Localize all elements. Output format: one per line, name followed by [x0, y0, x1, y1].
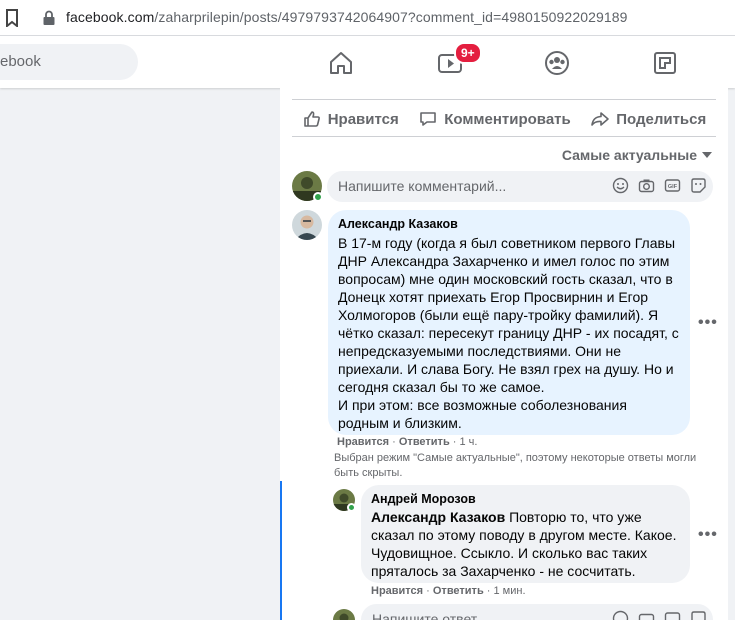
- camera-icon[interactable]: [638, 610, 655, 620]
- reply-meta: Нравится · Ответить · 1 мин.: [371, 585, 526, 597]
- share-arrow-icon: [591, 112, 610, 126]
- gif-icon[interactable]: GIF: [664, 177, 681, 194]
- more-options-icon[interactable]: •••: [698, 526, 718, 544]
- home-icon[interactable]: [327, 49, 355, 77]
- current-user-avatar[interactable]: [333, 609, 355, 620]
- groups-icon[interactable]: [543, 49, 571, 77]
- reply-text: Александр Казаков Повторю то, что уже ск…: [371, 508, 680, 580]
- gif-icon[interactable]: [664, 610, 681, 620]
- comment-text: В 17-м году (когда я был советником перв…: [338, 235, 679, 431]
- svg-text:GIF: GIF: [668, 184, 678, 190]
- video-notification-badge: 9+: [454, 42, 482, 64]
- comment-author[interactable]: Александр Казаков: [338, 217, 680, 231]
- gaming-icon[interactable]: [651, 49, 679, 77]
- ranking-note: Выбран режим "Самые актуальные", поэтому…: [334, 452, 697, 479]
- comment-label: Комментировать: [444, 110, 571, 128]
- comment-placeholder: Напишите комментарий...: [338, 178, 507, 194]
- sort-label: Самые актуальные: [561, 147, 697, 163]
- reply-author[interactable]: Андрей Морозов: [371, 492, 680, 506]
- comment-meta: Нравится · Ответить · 1 ч.: [337, 436, 478, 448]
- url-path: /zaharprilepin/posts/4979793742064907?co…: [154, 9, 628, 25]
- online-status-dot: [313, 192, 323, 202]
- chevron-down-icon: [702, 152, 712, 158]
- sticker-icon[interactable]: [690, 177, 707, 194]
- url-host: facebook.com: [66, 9, 155, 25]
- comment-input[interactable]: Напишите комментарий... GIF: [327, 171, 713, 202]
- comment-like-link[interactable]: Нравится: [337, 436, 389, 448]
- commenter-avatar[interactable]: [292, 210, 322, 240]
- camera-icon[interactable]: [638, 177, 655, 194]
- url-field[interactable]: facebook.com/zaharprilepin/posts/4979793…: [66, 9, 628, 25]
- lock-icon[interactable]: [42, 10, 56, 26]
- sticker-icon[interactable]: [690, 610, 707, 620]
- like-label: Нравится: [327, 110, 399, 128]
- bookmark-icon[interactable]: [5, 9, 19, 27]
- reply-like-link[interactable]: Нравится: [371, 585, 423, 597]
- post-actions: Нравится Комментировать Поделиться: [292, 100, 716, 138]
- thumbs-up-icon: [303, 111, 320, 127]
- more-options-icon[interactable]: •••: [698, 314, 718, 332]
- search-input[interactable]: ebook: [0, 44, 138, 80]
- facebook-top-nav: ebook: [0, 36, 735, 88]
- online-status-dot: [347, 503, 356, 512]
- comment-sort-dropdown[interactable]: Самые актуальные: [562, 147, 712, 163]
- comment-button[interactable]: Комментировать: [418, 109, 571, 129]
- comment-time[interactable]: 1 ч.: [460, 436, 478, 448]
- comment-bubble: Александр Казаков В 17-м году (когда я б…: [328, 210, 690, 435]
- reply-reply-link[interactable]: Ответить: [433, 585, 484, 597]
- post-card: Нравится Комментировать Поделиться Самые…: [280, 88, 728, 620]
- share-label: Поделиться: [616, 110, 707, 128]
- reply-mention[interactable]: Александр Казаков: [371, 509, 505, 525]
- composer-tools: GIF: [612, 177, 707, 194]
- like-button[interactable]: Нравится: [302, 109, 399, 129]
- share-button[interactable]: Поделиться: [590, 109, 706, 129]
- reply-time[interactable]: 1 мин.: [494, 585, 526, 597]
- reply-composer-tools: [612, 610, 707, 620]
- reply-thread-line: [280, 481, 282, 620]
- divider: [292, 136, 716, 137]
- reply-bubble: Андрей Морозов Александр Казаков Повторю…: [361, 485, 690, 583]
- comment-reply-link[interactable]: Ответить: [399, 436, 450, 448]
- comment-bubble-icon: [420, 112, 437, 126]
- reply-placeholder: Напишите ответ...: [372, 611, 488, 620]
- emoji-icon[interactable]: [612, 610, 629, 620]
- emoji-icon[interactable]: [612, 177, 629, 194]
- browser-address-bar: facebook.com/zaharprilepin/posts/4979793…: [0, 0, 735, 36]
- reply-input[interactable]: Напишите ответ...: [361, 604, 713, 620]
